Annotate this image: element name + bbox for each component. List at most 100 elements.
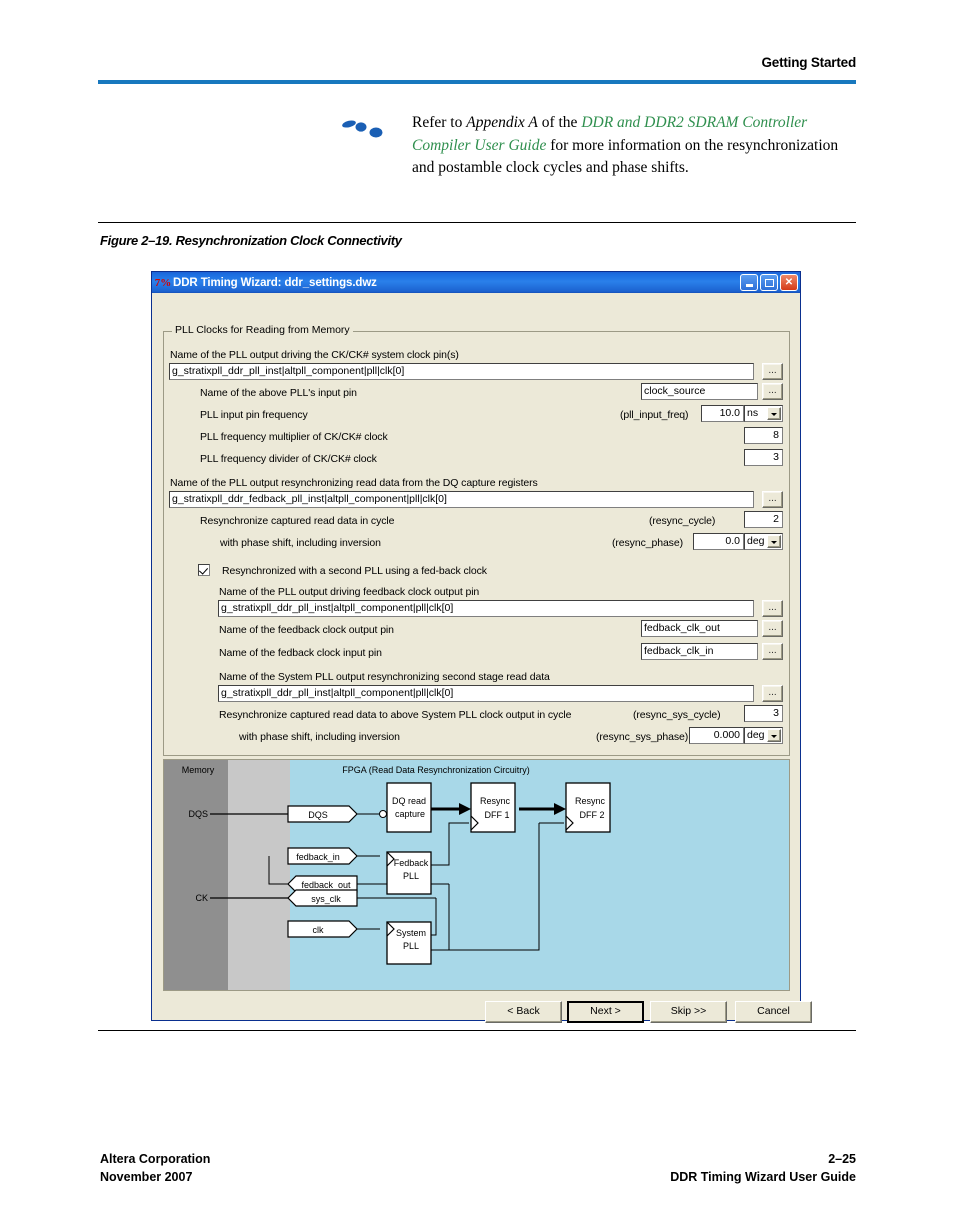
dialog-body: PLL Clocks for Reading from Memory Name … [152, 293, 812, 1023]
pll-clocks-groupbox-title: PLL Clocks for Reading from Memory [172, 324, 353, 336]
select-resync-phase-unit[interactable]: deg [744, 533, 783, 550]
select-resync-phase-unit-value: deg [747, 535, 765, 547]
select-pll-input-freq-unit-value: ns [747, 407, 759, 419]
block-resync-dff2-line2: DFF 2 [579, 810, 604, 820]
note-mid: of the [537, 114, 582, 131]
block-dq-read-capture-line2: capture [395, 809, 425, 819]
input-pll-multiplier[interactable]: 8 [744, 427, 783, 444]
footer-divider [98, 1030, 856, 1031]
browse-fb-out-pll-button[interactable]: ... [762, 600, 783, 617]
input-resync-sys-cycle[interactable]: 3 [744, 705, 783, 722]
footer-company: Altera Corporation [100, 1152, 211, 1166]
label-fb-clk-out: Name of the feedback clock output pin [219, 624, 394, 636]
memory-label: Memory [182, 765, 215, 775]
block-resync-dff2-line1: Resync [575, 796, 606, 806]
footer-page-number: 2–25 [828, 1152, 856, 1166]
browse-pll-input-pin-button[interactable]: ... [762, 383, 783, 400]
skip-button[interactable]: Skip >> [650, 1001, 727, 1023]
input-pll-divider[interactable]: 3 [744, 449, 783, 466]
ddr-timing-wizard-dialog: 7% DDR Timing Wizard: ddr_settings.dwz ✕… [151, 271, 812, 1023]
wizard-button-row: < Back Next > Skip >> Cancel [163, 1001, 812, 1025]
browse-sys-pll-button[interactable]: ... [762, 685, 783, 702]
select-resync-sys-phase-unit[interactable]: deg [744, 727, 783, 744]
minimize-button[interactable] [740, 274, 758, 291]
label-second-pll: Resynchronized with a second PLL using a… [222, 565, 487, 577]
input-fb-out-pll[interactable]: g_stratixpll_ddr_pll_inst|altpll_compone… [218, 600, 754, 617]
label-resync-phase: with phase shift, including inversion [220, 537, 381, 549]
browse-fb-clk-out-button[interactable]: ... [762, 620, 783, 637]
tag-resync-sys-cycle: (resync_sys_cycle) [633, 709, 721, 721]
dialog-title: DDR Timing Wizard: ddr_settings.dwz [173, 276, 377, 289]
chevron-down-icon [767, 729, 781, 742]
tag-pll-input-freq: (pll_input_freq) [620, 409, 689, 421]
minimize-icon [745, 284, 753, 287]
checkbox-second-pll[interactable] [198, 564, 210, 576]
input-pll-output-ck[interactable]: g_stratixpll_ddr_pll_inst|altpll_compone… [169, 363, 754, 380]
pin-dqs-label: DQS [188, 809, 208, 819]
chevron-down-icon [767, 407, 781, 420]
note-text: Refer to Appendix A of the DDR and DDR2 … [412, 112, 854, 180]
resynchronization-diagram: Memory FPGA (Read Data Resynchronization… [163, 759, 790, 991]
input-pll-resync-output[interactable]: g_stratixpll_ddr_fedback_pll_inst|altpll… [169, 491, 754, 508]
browse-fb-clk-in-button[interactable]: ... [762, 643, 783, 660]
header-rule [98, 80, 856, 84]
footer-doc-title: DDR Timing Wizard User Guide [670, 1170, 856, 1184]
back-button[interactable]: < Back [485, 1001, 562, 1023]
input-pll-input-freq[interactable]: 10.0 [701, 405, 744, 422]
port-clk-label: clk [313, 925, 324, 935]
footer-date: November 2007 [100, 1170, 193, 1184]
footprints-icon [342, 120, 383, 138]
input-sys-pll[interactable]: g_stratixpll_ddr_pll_inst|altpll_compone… [218, 685, 754, 702]
interface-band [228, 760, 290, 990]
browse-pll-resync-output-button[interactable]: ... [762, 491, 783, 508]
select-resync-sys-phase-unit-value: deg [747, 729, 765, 741]
input-fb-clk-in[interactable]: fedback_clk_in [641, 643, 758, 660]
label-fb-out-pll: Name of the PLL output driving feedback … [219, 586, 480, 598]
label-resync-sys-cycle: Resynchronize captured read data to abov… [219, 709, 572, 721]
block-fedback-pll-line1: Fedback [394, 858, 429, 868]
note-prefix: Refer to [412, 114, 467, 131]
maximize-button[interactable] [760, 274, 778, 291]
block-resync-dff1 [470, 782, 516, 833]
tag-resync-cycle: (resync_cycle) [649, 515, 716, 527]
page-header-title: Getting Started [761, 55, 856, 70]
label-fb-clk-in: Name of the fedback clock input pin [219, 647, 382, 659]
port-sys-clk-label: sys_clk [311, 894, 341, 904]
label-resync-cycle: Resynchronize captured read data in cycl… [200, 515, 395, 527]
input-pll-input-pin[interactable]: clock_source [641, 383, 758, 400]
label-pll-resync-output: Name of the PLL output resynchronizing r… [170, 477, 538, 489]
block-system-pll-line2: PLL [403, 941, 419, 951]
maximize-icon [764, 278, 774, 287]
next-button[interactable]: Next > [567, 1001, 644, 1023]
select-pll-input-freq-unit[interactable]: ns [744, 405, 783, 422]
input-resync-cycle[interactable]: 2 [744, 511, 783, 528]
footer-right: 2–25 DDR Timing Wizard User Guide [670, 1150, 856, 1186]
figure-caption: Figure 2–19. Resynchronization Clock Con… [100, 233, 402, 248]
input-resync-sys-phase[interactable]: 0.000 [689, 727, 744, 744]
block-dq-read-capture-line1: DQ read [392, 796, 426, 806]
label-pll-input-freq: PLL input pin frequency [200, 409, 308, 421]
memory-band [164, 760, 228, 990]
footer-left: Altera Corporation November 2007 [100, 1150, 210, 1186]
dialog-titlebar[interactable]: 7% DDR Timing Wizard: ddr_settings.dwz ✕ [152, 272, 800, 293]
cancel-button[interactable]: Cancel [735, 1001, 812, 1023]
wizard-icon: 7% [154, 276, 172, 289]
browse-pll-output-ck-button[interactable]: ... [762, 363, 783, 380]
label-pll-divider: PLL frequency divider of CK/CK# clock [200, 453, 377, 465]
input-resync-phase[interactable]: 0.0 [693, 533, 744, 550]
port-fedback-in-label: fedback_in [296, 852, 340, 862]
tag-resync-sys-phase: (resync_sys_phase) [596, 731, 689, 743]
block-system-pll-line1: System [396, 928, 426, 938]
label-sys-pll: Name of the System PLL output resynchron… [219, 671, 550, 683]
label-pll-multiplier: PLL frequency multiplier of CK/CK# clock [200, 431, 388, 443]
block-fedback-pll-line2: PLL [403, 871, 419, 881]
block-resync-dff2 [565, 782, 611, 833]
input-fb-clk-out[interactable]: fedback_clk_out [641, 620, 758, 637]
diagram-svg: Memory FPGA (Read Data Resynchronization… [164, 760, 789, 990]
close-button[interactable]: ✕ [780, 274, 798, 291]
window-buttons: ✕ [740, 274, 798, 291]
pin-ck-label: CK [195, 893, 208, 903]
block-dq-read-capture [386, 782, 432, 833]
note-emphasis: Appendix A [466, 114, 538, 131]
chevron-down-icon [767, 535, 781, 548]
